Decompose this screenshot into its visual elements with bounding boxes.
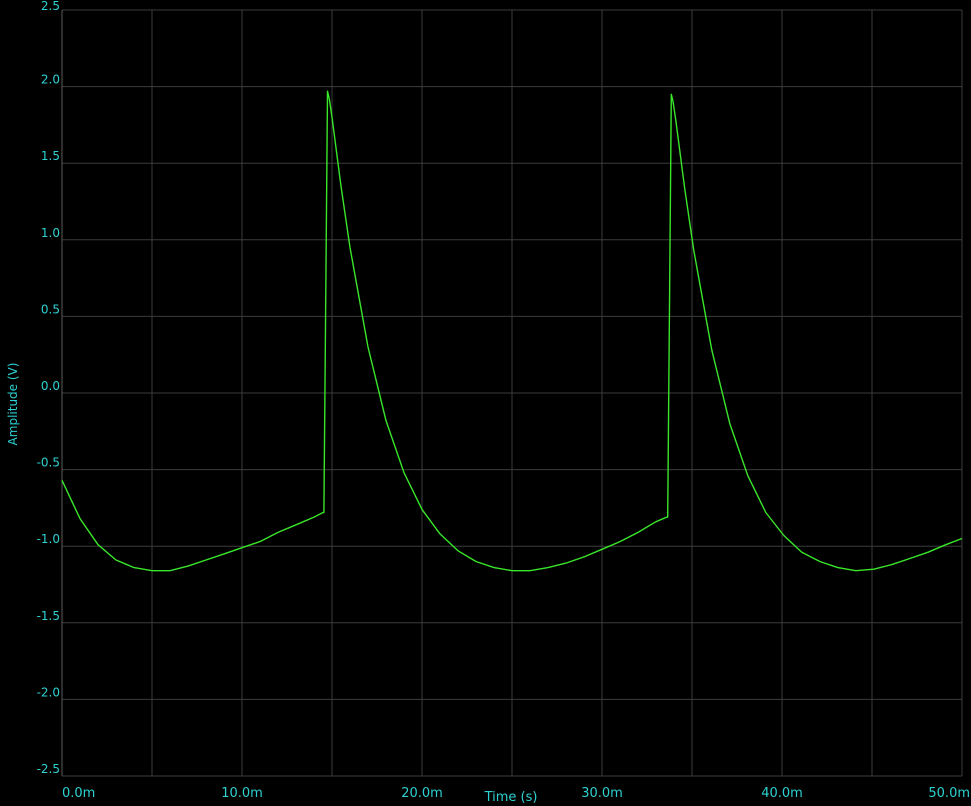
- plot-background: [0, 0, 971, 806]
- y-tick-label: -2.0: [37, 685, 60, 699]
- y-tick-label: 1.0: [41, 226, 60, 240]
- x-tick-label: 30.0m: [581, 786, 623, 801]
- y-tick-label: 1.5: [41, 149, 60, 163]
- x-tick-label: 20.0m: [401, 786, 443, 801]
- y-tick-label: 2.5: [41, 0, 60, 13]
- x-axis-label: Time (s): [484, 790, 538, 805]
- x-tick-label: 40.0m: [761, 786, 803, 801]
- x-tick-label: 50.0m: [928, 786, 970, 801]
- x-tick-label: 10.0m: [221, 786, 263, 801]
- y-axis-label: Amplitude (V): [6, 363, 20, 446]
- oscilloscope-plot: 2.5 2.0 1.5 1.0 0.5 0.0 -0.5 -1.0 -1.5 -2.0 -2.5 0…: [0, 0, 971, 806]
- x-tick-label: 0.0m: [62, 786, 95, 801]
- y-tick-label: -0.5: [37, 456, 60, 470]
- y-tick-label: 0.0: [41, 379, 60, 393]
- y-tick-label: -1.0: [37, 532, 60, 546]
- y-tick-label: -1.5: [37, 609, 60, 623]
- y-tick-label: -2.5: [37, 762, 60, 776]
- y-tick-label: 0.5: [41, 302, 60, 316]
- y-tick-label: 2.0: [41, 73, 60, 87]
